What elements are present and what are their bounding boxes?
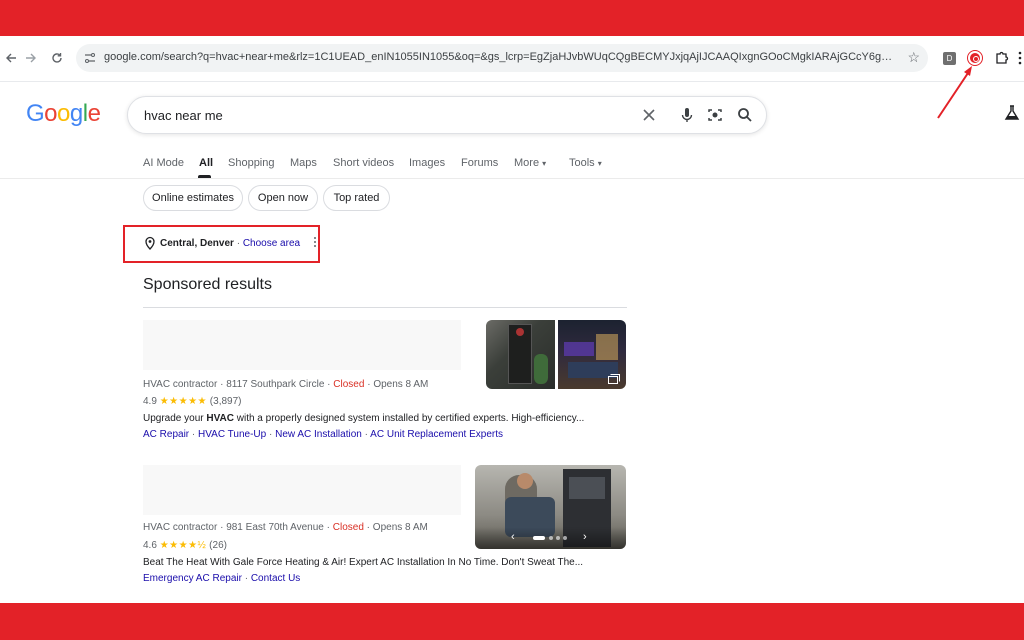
location-pin-icon [145,236,155,250]
browser-toolbar: google.com/search?q=hvac+near+me&rlz=1C1… [0,36,1024,82]
chip-open-now[interactable]: Open now [248,185,318,211]
sitelink-emergency-ac-repair[interactable]: Emergency AC Repair [143,573,242,584]
sponsored-heading: Sponsored results [143,276,272,293]
result-1-photo-2[interactable] [558,320,626,389]
sitelink-new-ac-installation[interactable]: New AC Installation [275,429,362,440]
result-1-opens: Opens 8 AM [373,379,429,390]
search-icon[interactable] [736,106,754,124]
result-2-rating: 4.6 [143,540,157,551]
labs-flask-icon[interactable] [1003,104,1021,122]
carousel-dot [563,536,567,540]
result-1-status: Closed [333,379,365,390]
carousel-next-icon[interactable]: › [583,531,587,543]
result-1-description: Upgrade your HVAC with a properly design… [143,413,584,424]
top-red-banner [0,0,1024,36]
clear-icon[interactable] [640,106,658,124]
sponsored-divider [143,307,627,308]
carousel-prev-icon[interactable]: ‹ [511,531,515,543]
extensions-puzzle-icon[interactable] [994,50,1010,66]
carousel-dot [549,536,553,540]
carousel-dot [556,536,560,540]
result-2-status: Closed [332,522,364,533]
result-2-stars: ★★★★½ [159,540,207,551]
tab-images[interactable]: Images [409,157,445,169]
sitelink-ac-repair[interactable]: AC Repair [143,429,189,440]
bookmark-star-icon[interactable]: ☆ [907,49,920,66]
site-settings-icon[interactable] [82,50,98,66]
google-logo[interactable]: Google [26,100,101,128]
result-1-sitelinks: AC Repair · HVAC Tune-Up · New AC Instal… [143,429,504,440]
result-2-reviews: (26) [209,540,227,551]
bottom-red-banner [0,603,1024,640]
browser-menu-icon[interactable] [1016,50,1024,66]
result-2-sitelinks: Emergency AC Repair · Contact Us [143,573,301,584]
result-1-title-area[interactable] [143,320,461,370]
carousel-dot-active [533,536,545,540]
lens-camera-icon[interactable] [706,106,724,124]
tab-shopping[interactable]: Shopping [228,157,275,169]
chip-online-estimates[interactable]: Online estimates [143,185,243,211]
chevron-down-icon: ▾ [597,159,602,168]
sitelink-contact-us[interactable]: Contact Us [251,573,300,584]
result-1-photo-1[interactable] [486,320,555,389]
result-2-photo-carousel[interactable]: ‹ › [475,465,626,549]
result-1-category: HVAC contractor [143,379,218,390]
location-city: Central, Denver [160,238,234,249]
gallery-icon [608,374,620,384]
result-1-meta: HVAC contractor · 8117 Southpark Circle … [143,379,429,390]
result-1-rating-row: 4.9 ★★★★★ (3,897) [143,396,241,407]
forward-icon[interactable] [20,47,42,69]
result-1-stars: ★★★★★ [159,396,208,407]
sitelink-ac-unit-replacement[interactable]: AC Unit Replacement Experts [370,429,503,440]
result-2-rating-row: 4.6 ★★★★½ (26) [143,540,227,551]
back-icon[interactable] [0,47,22,69]
chevron-down-icon: ▾ [542,159,547,168]
result-2-address: 981 East 70th Avenue [226,522,324,533]
url-text[interactable]: google.com/search?q=hvac+near+me&rlz=1C1… [104,51,894,63]
reload-icon[interactable] [46,47,68,69]
result-1-address: 8117 Southpark Circle [226,379,325,390]
annotation-arrow [937,66,972,119]
search-input[interactable]: hvac near me [144,108,223,123]
result-1-desc-post: with a properly designed system installe… [233,413,585,424]
result-2-description: Beat The Heat With Gale Force Heating & … [143,557,584,568]
tab-maps[interactable]: Maps [290,157,317,169]
tab-tools[interactable]: Tools ▾ [569,157,602,169]
microphone-icon[interactable] [678,106,696,124]
address-bar[interactable]: google.com/search?q=hvac+near+me&rlz=1C1… [76,44,928,72]
sitelink-hvac-tune-up[interactable]: HVAC Tune-Up [198,429,266,440]
result-2-opens: Opens 8 AM [372,522,428,533]
tab-forums[interactable]: Forums [461,157,498,169]
chip-top-rated[interactable]: Top rated [323,185,390,211]
tab-short-videos[interactable]: Short videos [333,157,394,169]
location-line: Central, Denver · Choose area [160,238,300,249]
result-1-reviews: (3,897) [209,396,242,407]
result-1-desc-bold: HVAC [206,413,234,424]
choose-area-link[interactable]: Choose area [243,238,300,249]
tabs-divider [0,178,1024,179]
result-1-rating: 4.9 [143,396,157,407]
location-more-icon[interactable] [313,236,317,248]
location-separator: · [233,238,243,249]
tab-ai-mode[interactable]: AI Mode [143,157,184,169]
tab-more[interactable]: More ▾ [514,157,546,169]
tab-all[interactable]: All [199,157,213,169]
tab-more-label: More [514,157,540,169]
search-box[interactable]: hvac near me [127,96,767,134]
result-2-meta: HVAC contractor · 981 East 70th Avenue ·… [143,522,428,533]
result-2-title-area[interactable] [143,465,461,515]
result-2-category: HVAC contractor [143,522,218,533]
tab-tools-label: Tools [569,157,595,169]
result-1-desc-pre: Upgrade your [143,413,207,424]
